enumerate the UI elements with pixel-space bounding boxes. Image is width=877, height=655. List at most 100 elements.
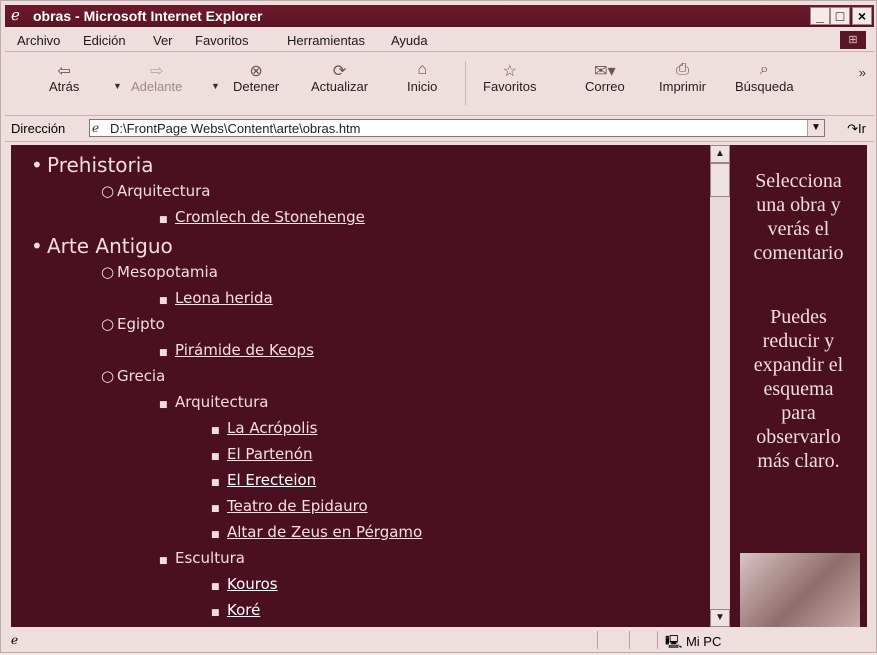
outline-heading-item: ○ Arquitectura (101, 182, 210, 200)
bullet-icon: ■ (159, 556, 168, 566)
bullet-icon: ○ (101, 182, 115, 200)
status-separator (629, 631, 630, 649)
outline-link-item[interactable]: ■ Leona herida (159, 289, 273, 307)
artwork-link[interactable]: Leona herida (175, 289, 273, 307)
minimize-button[interactable]: _ (810, 7, 830, 25)
search-button[interactable]: ⌕ Búsqueda (735, 61, 794, 94)
scroll-thumb[interactable] (710, 163, 730, 197)
artwork-link[interactable]: Pirámide de Keops (175, 341, 314, 359)
menu-favoritos[interactable]: Favoritos (195, 33, 248, 48)
outline-heading-item: • Prehistoria (31, 153, 154, 177)
scroll-up-icon[interactable]: ▲ (710, 145, 730, 163)
bullet-icon: ■ (159, 348, 168, 358)
artwork-link[interactable]: Kouros (227, 575, 278, 593)
outline-heading-item: ○ Mesopotamia (101, 263, 218, 281)
maximize-button[interactable]: □ (830, 7, 850, 25)
scroll-down-icon[interactable]: ▼ (710, 609, 730, 627)
side-line: Puedes (770, 306, 827, 328)
artwork-link[interactable]: Koré (227, 601, 260, 619)
address-label: Dirección (11, 121, 66, 136)
close-button[interactable]: × (852, 7, 872, 25)
outline-link-item[interactable]: ■ Kouros (211, 575, 278, 593)
outline-heading-item: • Arte Antiguo (31, 234, 173, 258)
instructions-part1: Selecciona una obra y verás el comentari… (730, 169, 867, 265)
outline-link-item[interactable]: ■ Koré (211, 601, 260, 619)
menu-ayuda[interactable]: Ayuda (391, 33, 428, 48)
address-dropdown-icon[interactable]: ▼ (807, 120, 824, 136)
vertical-scrollbar[interactable]: ▲ ▼ (710, 145, 730, 627)
outline-link-item[interactable]: ■ El Partenón (211, 445, 312, 463)
artwork-link[interactable]: Altar de Zeus en Pérgamo (227, 523, 422, 541)
outline-link-item[interactable]: ■ Teatro de Epidauro (211, 497, 368, 515)
back-arrow-icon: ⇦ (57, 63, 71, 80)
artwork-link[interactable]: Cromlech de Stonehenge (175, 208, 365, 226)
outline-frame: • Prehistoria ○ Arquitectura ■ Cromlech de St… (11, 145, 710, 627)
bullet-icon: ■ (159, 215, 168, 225)
bullet-icon: ■ (211, 478, 220, 488)
stop-label: Detener (233, 79, 280, 94)
forward-dropdown-icon[interactable]: ▼ (211, 81, 220, 91)
browser-window: ℯ obras - Microsoft Internet Explorer _ … (0, 0, 877, 653)
outline-label: Egipto (117, 315, 165, 333)
back-dropdown-icon[interactable]: ▼ (113, 81, 122, 91)
refresh-icon: ⟳ (332, 63, 347, 80)
artwork-link[interactable]: La Acrópolis (227, 419, 317, 437)
bullet-icon: ■ (211, 582, 220, 592)
side-line: reducir y (762, 330, 835, 352)
search-label: Búsqueda (735, 79, 794, 94)
outline-link-item[interactable]: ■ La Acrópolis (211, 419, 317, 437)
menu-bar: Archivo Edición Ver Favoritos Herramient… (5, 29, 874, 52)
menu-archivo[interactable]: Archivo (17, 33, 60, 48)
toolbar-overflow-icon[interactable]: » (859, 65, 866, 80)
window-title: obras - Microsoft Internet Explorer (33, 8, 263, 24)
mail-icon: ✉▾ (594, 63, 616, 80)
bullet-icon: ■ (159, 296, 168, 306)
refresh-button[interactable]: ⟳ Actualizar (311, 61, 368, 94)
address-value: D:\FrontPage Webs\Content\arte\obras.htm (110, 121, 361, 136)
outline-link-item[interactable]: ■ El Erecteion (211, 471, 316, 489)
outline-link-item[interactable]: ■ Altar de Zeus en Pérgamo (211, 523, 422, 541)
side-line: más claro. (757, 450, 840, 472)
side-line: una obra y (756, 194, 841, 216)
stop-icon: ⊗ (249, 63, 263, 80)
side-line: comentario (753, 242, 844, 264)
back-button[interactable]: ⇦ Atrás (49, 61, 79, 94)
side-line: observarlo (756, 426, 841, 448)
print-button[interactable]: ⎙ Imprimir (659, 61, 706, 94)
bullet-icon: ■ (211, 530, 220, 540)
title-bar[interactable]: ℯ obras - Microsoft Internet Explorer _ … (5, 5, 874, 27)
home-button[interactable]: ⌂ Inicio (407, 61, 437, 94)
menu-ver[interactable]: Ver (153, 33, 173, 48)
outline-label: Grecia (117, 367, 166, 385)
print-icon: ⎙ (676, 61, 689, 78)
favorites-button[interactable]: ☆ Favoritos (483, 61, 536, 94)
artwork-link[interactable]: El Partenón (227, 445, 312, 463)
bullet-icon: ■ (211, 608, 220, 618)
go-button[interactable]: ↷Ir (847, 121, 866, 137)
forward-button[interactable]: ⇨ Adelante (131, 61, 182, 94)
menu-edicion[interactable]: Edición (83, 33, 126, 48)
bullet-icon: ■ (211, 504, 220, 514)
bullet-icon: ○ (101, 315, 115, 333)
search-icon: ⌕ (759, 61, 769, 78)
outline-heading-item: ■ Escultura (159, 549, 245, 567)
print-label: Imprimir (659, 79, 706, 94)
bullet-icon: • (31, 153, 43, 177)
outline-label: Arte Antiguo (47, 234, 173, 258)
side-line: verás el (767, 218, 830, 240)
bullet-icon: ○ (101, 367, 115, 385)
stop-button[interactable]: ⊗ Detener (233, 61, 279, 94)
outline-link-item[interactable]: ■ Pirámide de Keops (159, 341, 314, 359)
menu-herramientas[interactable]: Herramientas (287, 33, 365, 48)
artwork-link[interactable]: El Erecteion (227, 471, 316, 489)
outline-heading-item: ○ Egipto (101, 315, 165, 333)
forward-arrow-icon: ⇨ (149, 63, 164, 80)
page-status-icon: ℯ (11, 633, 19, 647)
mail-button[interactable]: ✉▾ Correo (585, 61, 625, 94)
toolbar-separator (465, 61, 466, 105)
artwork-link[interactable]: Teatro de Epidauro (227, 497, 368, 515)
bullet-icon: ■ (211, 452, 220, 462)
page-icon: ℯ (92, 121, 100, 135)
address-input[interactable]: ℯ D:\FrontPage Webs\Content\arte\obras.h… (89, 119, 825, 137)
outline-link-item[interactable]: ■ Cromlech de Stonehenge (159, 208, 365, 226)
